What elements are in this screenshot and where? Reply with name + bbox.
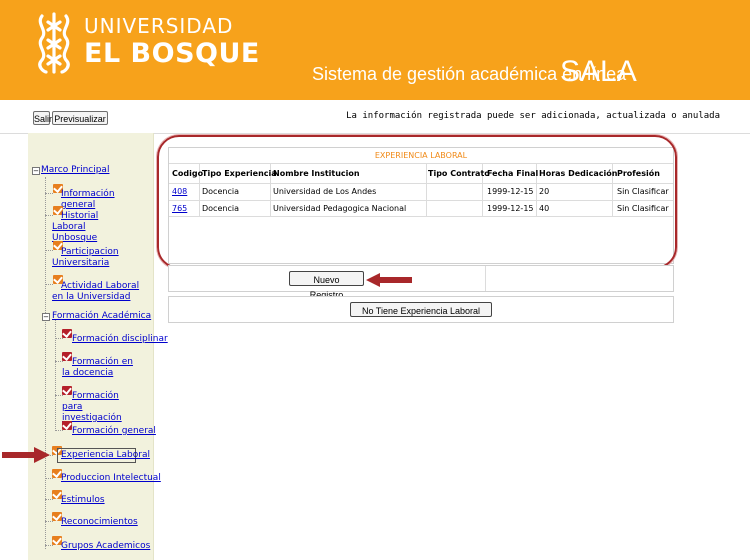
sidebar-item-formacion-academica[interactable]: Formación Académica (52, 311, 151, 322)
salir-button[interactable]: Salir (33, 111, 52, 125)
sidebar-item-informacion-general[interactable]: Información general (61, 189, 145, 211)
nuevo-registro-row (168, 265, 674, 292)
tree-connector (45, 177, 46, 549)
tree-connector (45, 193, 53, 194)
info-message: La información registrada puede ser adic… (346, 111, 720, 121)
nuevo-registro-button[interactable]: Nuevo Registro (289, 271, 364, 300)
tree-connector (55, 338, 63, 339)
sidebar-item-actividad-laboral[interactable]: Actividad Laboral en la Universidad (52, 281, 148, 303)
sidebar-item-experiencia-laboral[interactable]: Experiencia Laboral (61, 450, 150, 461)
tree-connector (45, 478, 53, 479)
collapse-icon[interactable]: − (32, 167, 40, 175)
tree-connector (45, 521, 53, 522)
sidebar-item-formacion-disciplinar[interactable]: Formación disciplinar (72, 334, 168, 345)
sidebar-item-reconocimientos[interactable]: Reconocimientos (61, 517, 138, 528)
tree-root-marco-principal[interactable]: Marco Principal (41, 165, 109, 176)
check-icon (62, 421, 72, 430)
brand-top-text: UNIVERSIDAD (84, 14, 234, 38)
tree-connector (55, 430, 63, 431)
collapse-icon[interactable]: − (42, 313, 50, 321)
sidebar-item-grupos-academicos[interactable]: Grupos Academicos (61, 541, 150, 552)
pointer-arrow-icon (2, 447, 50, 463)
pointer-arrow-icon (366, 273, 412, 287)
university-logo-icon (38, 12, 70, 74)
sidebar-item-formacion-investigacion[interactable]: Formación para investigación (62, 391, 134, 424)
table-divider (485, 266, 486, 291)
sidebar-item-formacion-docencia[interactable]: Formación en la docencia (62, 357, 136, 379)
brand-name: EL BOSQUE (84, 38, 260, 69)
tree-connector (55, 319, 56, 431)
sidebar-item-produccion-intelectual[interactable]: Produccion Intelectual (61, 473, 161, 484)
tree-connector (45, 545, 53, 546)
tree-connector (45, 499, 53, 500)
app-header: UNIVERSIDAD EL BOSQUE Sistema de gestión… (0, 0, 750, 100)
previsualizar-button[interactable]: Previsualizar (52, 111, 108, 125)
sidebar-item-estimulos[interactable]: Estimulos (61, 495, 105, 506)
system-name: SALA (560, 55, 637, 88)
sidebar-item-participacion[interactable]: Participacion Universitaria (52, 247, 119, 269)
sidebar-item-historial-laboral[interactable]: Historial Laboral Unbosque (52, 211, 132, 244)
sidebar-item-formacion-general[interactable]: Formación general (72, 426, 156, 437)
no-tiene-experiencia-button[interactable]: No Tiene Experiencia Laboral (350, 302, 492, 317)
highlight-frame (157, 135, 677, 269)
check-icon (62, 329, 72, 338)
